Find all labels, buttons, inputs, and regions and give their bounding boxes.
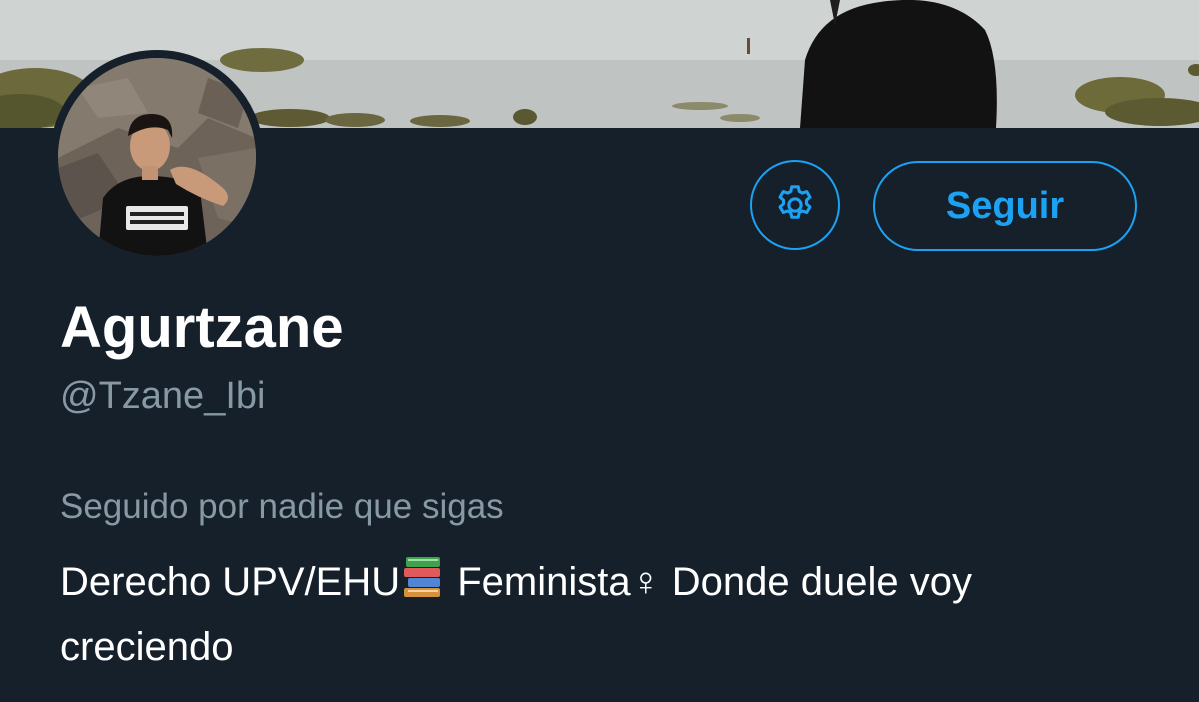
username-handle: @Tzane_Ibi (60, 375, 266, 417)
avatar-image (58, 58, 256, 256)
followed-by-text: Seguido por nadie que sigas (60, 487, 504, 526)
follow-button[interactable]: Seguir (873, 161, 1137, 251)
profile-bio: Derecho UPV/EHU Feminista♀︎ Donde duele … (60, 552, 1140, 678)
settings-button[interactable] (750, 160, 840, 250)
books-icon (402, 553, 444, 617)
profile-avatar[interactable] (50, 50, 264, 264)
bio-text-part1: Derecho UPV/EHU (60, 560, 401, 604)
display-name: Agurtzane (60, 295, 344, 360)
gear-icon (778, 185, 812, 219)
